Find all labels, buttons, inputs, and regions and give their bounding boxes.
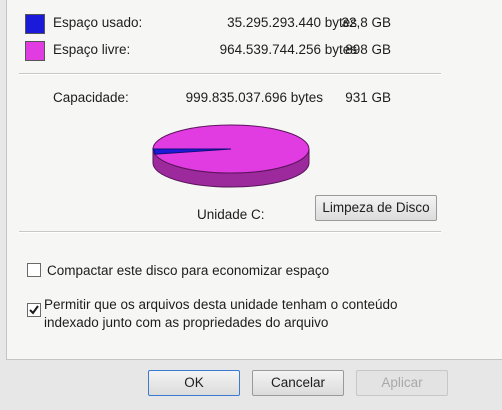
free-space-swatch bbox=[25, 41, 45, 61]
used-space-swatch bbox=[25, 14, 45, 34]
divider-bottom bbox=[19, 231, 441, 233]
index-label-line1: Permitir que os arquivos desta unidade t… bbox=[44, 297, 398, 312]
checkmark-icon bbox=[29, 305, 39, 315]
free-space-label: Espaço livre: bbox=[53, 42, 131, 57]
ok-button[interactable]: OK bbox=[148, 370, 240, 396]
compress-label: Compactar este disco para economizar esp… bbox=[47, 263, 330, 278]
cancel-button[interactable]: Cancelar bbox=[252, 370, 344, 396]
compress-checkbox[interactable] bbox=[27, 263, 41, 277]
index-label-line2: indexado junto com as propriedades do ar… bbox=[44, 315, 329, 330]
capacity-size: 931 GB bbox=[345, 90, 391, 105]
properties-panel: Espaço usado: 35.295.293.440 bytes 32,8 … bbox=[6, 0, 502, 360]
used-space-size: 32,8 GB bbox=[341, 15, 391, 30]
used-space-label: Espaço usado: bbox=[53, 15, 143, 30]
divider-top bbox=[19, 73, 441, 75]
apply-button[interactable]: Aplicar bbox=[356, 370, 448, 396]
disk-cleanup-button[interactable]: Limpeza de Disco bbox=[315, 195, 437, 221]
disk-usage-pie bbox=[152, 124, 310, 188]
index-checkbox[interactable] bbox=[27, 303, 41, 317]
free-space-size: 898 GB bbox=[345, 42, 391, 57]
capacity-bytes: 999.835.037.696 bytes bbox=[185, 90, 323, 105]
drive-label: Unidade C: bbox=[197, 207, 265, 222]
capacity-label: Capacidade: bbox=[53, 90, 129, 105]
